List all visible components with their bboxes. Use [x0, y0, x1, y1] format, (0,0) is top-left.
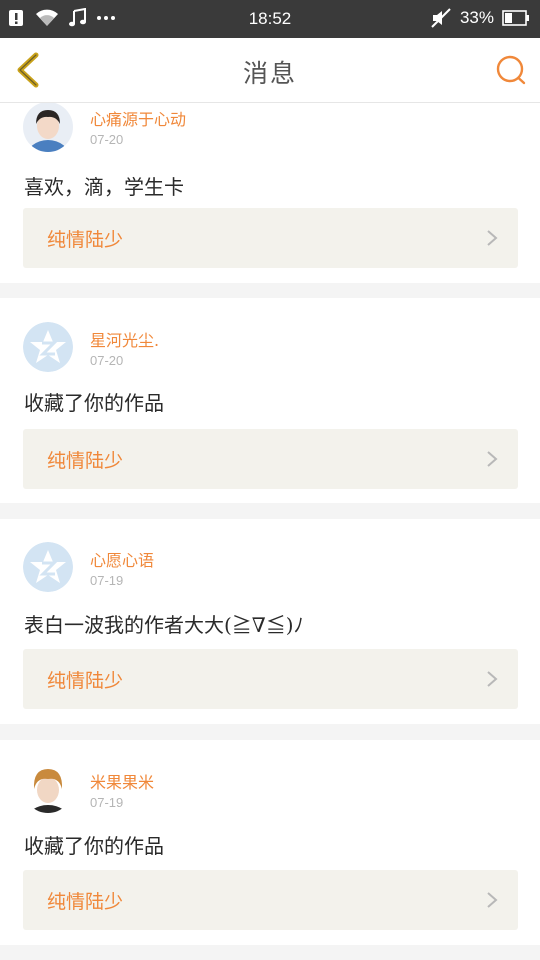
default-star-avatar-icon [23, 542, 73, 592]
username[interactable]: 米果果米 [90, 769, 154, 793]
work-link[interactable]: 纯情陆少 [23, 429, 518, 489]
chevron-right-icon [487, 892, 498, 908]
work-title: 纯情陆少 [47, 450, 124, 472]
work-link[interactable]: 纯情陆少 [23, 649, 518, 709]
message-card[interactable]: 星河光尘. 07-20 收藏了你的作品 纯情陆少 [0, 298, 540, 503]
default-star-avatar-icon [23, 322, 73, 372]
page-title: 消息 [242, 59, 297, 88]
message-card[interactable]: 心痛源于心动 07-20 喜欢，滴，学生卡 纯情陆少 [0, 103, 540, 283]
message-text: 收藏了你的作品 [24, 834, 164, 858]
work-title: 纯情陆少 [47, 670, 124, 692]
search-icon[interactable] [494, 52, 528, 88]
message-date: 07-20 [90, 353, 124, 368]
chevron-right-icon [487, 451, 498, 467]
header: 消息 [0, 38, 540, 103]
user-avatar[interactable] [23, 322, 73, 372]
work-link[interactable]: 纯情陆少 [23, 870, 518, 930]
message-text: 表白一波我的作者大大(≧∇≦)ﾉ [24, 613, 304, 637]
photo-avatar-icon [23, 763, 73, 813]
user-avatar[interactable] [23, 542, 73, 592]
user-avatar[interactable] [23, 103, 73, 152]
message-card[interactable]: 心愿心语 07-19 表白一波我的作者大大(≧∇≦)ﾉ 纯情陆少 [0, 519, 540, 724]
work-link[interactable]: 纯情陆少 [23, 208, 518, 268]
mute-icon [431, 8, 451, 28]
chevron-right-icon [487, 671, 498, 687]
username[interactable]: 星河光尘. [90, 327, 159, 351]
status-bar: 18:52 33% [0, 0, 540, 38]
chevron-right-icon [487, 230, 498, 246]
message-text: 收藏了你的作品 [24, 391, 164, 415]
message-date: 07-19 [90, 795, 124, 810]
work-title: 纯情陆少 [47, 891, 124, 913]
user-avatar[interactable] [23, 763, 73, 813]
username[interactable]: 心痛源于心动 [90, 106, 186, 130]
work-title: 纯情陆少 [47, 229, 124, 251]
message-date: 07-20 [90, 132, 124, 147]
status-right-icons: 33% [430, 7, 530, 29]
photo-avatar-icon [23, 103, 73, 152]
message-date: 07-19 [90, 573, 124, 588]
battery-percent: 33% [459, 8, 494, 27]
username[interactable]: 心愿心语 [90, 547, 154, 571]
message-text: 喜欢，滴，学生卡 [24, 175, 184, 199]
battery-icon [502, 10, 529, 26]
message-list[interactable]: 心痛源于心动 07-20 喜欢，滴，学生卡 纯情陆少 星河光尘. 07-20 收… [0, 103, 540, 960]
message-card[interactable]: 米果果米 07-19 收藏了你的作品 纯情陆少 [0, 740, 540, 945]
